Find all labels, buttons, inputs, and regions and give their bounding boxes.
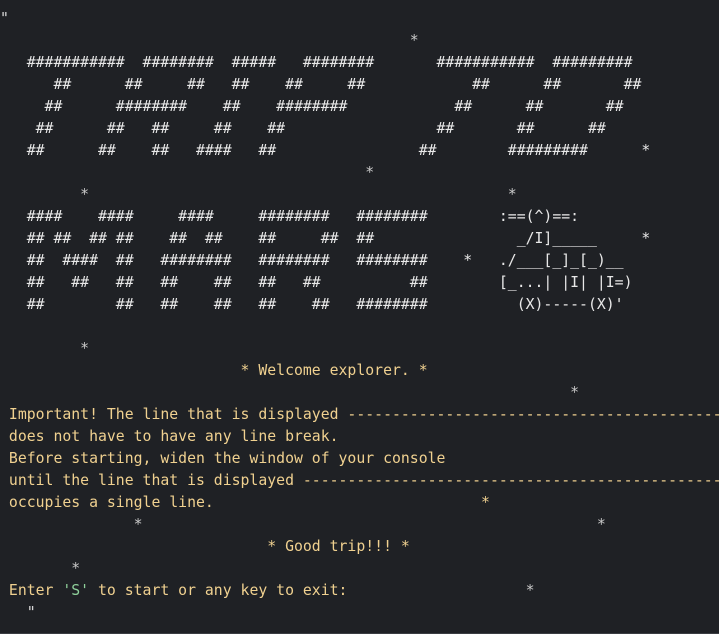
prompt-text: to start or any key to exit: [89, 582, 348, 599]
star-decoration: * [347, 582, 535, 599]
console-line: * [0, 164, 375, 181]
start-prompt: Enter 'S' to start or any key to exit: * [0, 580, 719, 602]
console-line: " [0, 10, 9, 27]
console-window[interactable]: " * ########### ######## ##### ######## … [0, 0, 719, 634]
start-key-label: 'S' [62, 582, 90, 599]
console-line: until the line that is displayed -------… [0, 472, 719, 489]
console-line: ## ## ## ## ## ## ## ## ## [0, 76, 642, 93]
console-line: * [0, 384, 580, 401]
console-line: * [0, 340, 90, 357]
console-line: #### #### #### ######## ######## :==(^)=… [0, 208, 580, 225]
console-line: Before starting, widen the window of you… [0, 450, 446, 467]
prompt-text: Enter [0, 582, 63, 599]
console-line: * * [0, 516, 606, 533]
console-line: ## #### ## ######## ######## ######## * … [0, 252, 624, 269]
console-line: * [0, 32, 419, 49]
console-line: ## ## ## ## ## ## ## ## [0, 120, 606, 137]
console-line: does not have to have any line break. [0, 428, 339, 445]
console-line: Important! The line that is displayed --… [0, 406, 719, 423]
console-line: ########### ######## ##### ######## ####… [0, 54, 633, 71]
console-line: * [0, 560, 81, 577]
console-line: ## ## ## #### ## ## ######### * [0, 142, 651, 159]
console-line: * Welcome explorer. * [0, 362, 428, 379]
console-line: " [0, 604, 36, 621]
console-line: ## ## ## ## ## ## ## ## ## _/I]_____ * [0, 230, 651, 247]
console-line: occupies a single line. * [0, 494, 490, 511]
console-line: ## ## ## ## ## ## ## ## [_...| |I| |I=) [0, 274, 633, 291]
console-output: " * ########### ######## ##### ######## … [0, 8, 719, 624]
console-line: ## ######## ## ######## ## ## ## [0, 98, 624, 115]
console-line: * * [0, 186, 517, 203]
console-line: ## ## ## ## ## ## ######## (X)-----(X)' [0, 296, 624, 313]
console-line: * Good trip!!! * [0, 538, 410, 555]
